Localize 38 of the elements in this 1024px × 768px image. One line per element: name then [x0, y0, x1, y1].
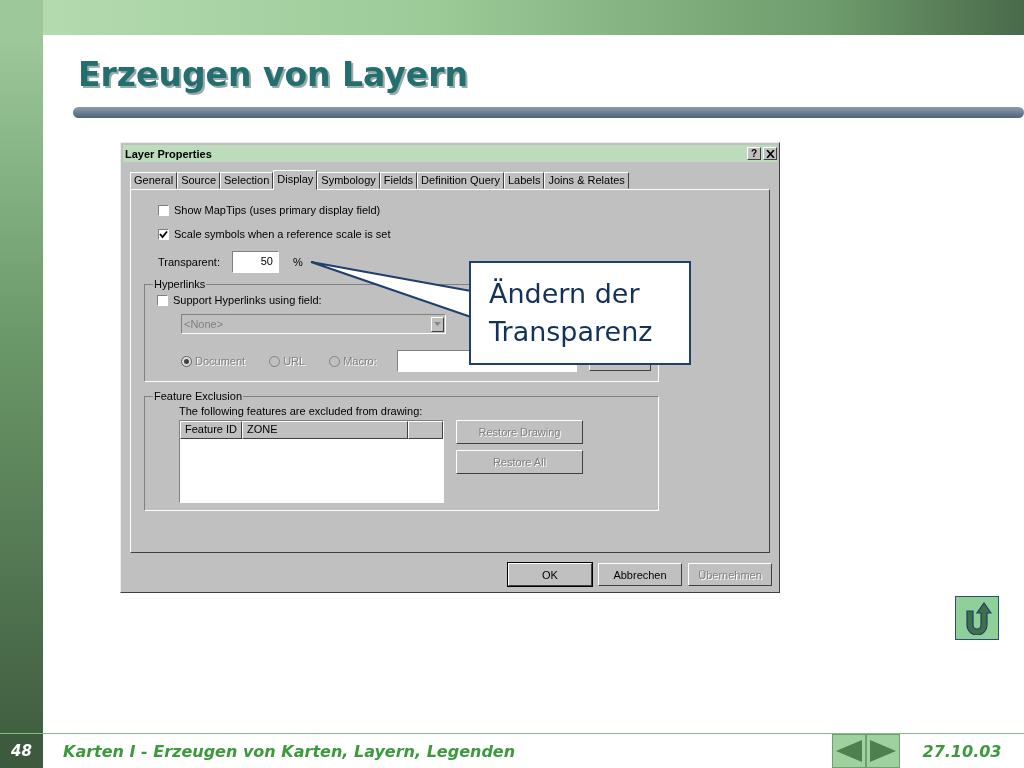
dialog-button[interactable]: OK — [508, 563, 592, 586]
checkbox[interactable] — [158, 204, 169, 216]
right-triangle-icon — [868, 739, 898, 763]
group-title: Feature Exclusion — [153, 390, 244, 402]
tab[interactable]: Labels — [504, 172, 545, 189]
column-header[interactable]: Feature ID — [180, 421, 242, 439]
transparent-label: Transparent: — [158, 256, 220, 268]
checkbox-label: Scale symbols when a reference scale is set — [174, 228, 391, 240]
slide-date: 27.10.03 — [921, 741, 1003, 761]
tab[interactable]: Definition Query — [417, 172, 504, 189]
help-button[interactable]: ? — [747, 147, 761, 160]
corner-block — [0, 0, 43, 35]
tab[interactable]: Joins & Relates — [544, 172, 629, 189]
checkbox[interactable] — [158, 228, 169, 240]
tab[interactable]: Display — [273, 170, 318, 190]
transparency-input-field[interactable]: 50 — [231, 251, 279, 273]
window-title: Layer Properties — [125, 147, 213, 160]
return-button[interactable] — [955, 596, 999, 640]
checkbox-label: Show MapTips (uses primary display field) — [174, 204, 381, 216]
close-button[interactable] — [763, 147, 777, 160]
left-triangle-icon — [834, 739, 864, 763]
description-text: The following features are excluded from drawing: — [179, 405, 424, 417]
footer-text: Karten I - Erzeugen von Karten, Layern, Legenden — [63, 741, 517, 761]
checkbox-label: Support Hyperlinks using field: — [173, 294, 322, 306]
previous-slide-button[interactable] — [832, 734, 866, 768]
tab[interactable]: Fields — [379, 172, 418, 189]
percent-label: % — [292, 256, 303, 268]
tab[interactable]: Source — [177, 172, 220, 189]
next-slide-button[interactable] — [866, 734, 900, 768]
slide-title: Erzeugen von Layern — [78, 54, 468, 96]
close-icon — [765, 149, 775, 158]
tab[interactable]: General — [130, 172, 178, 189]
group-title: Hyperlinks — [153, 278, 207, 290]
tab[interactable]: Selection — [220, 172, 274, 189]
tab[interactable]: Symbology — [317, 172, 380, 189]
checkbox[interactable] — [157, 294, 168, 306]
dialog-button[interactable]: Abbrechen — [598, 563, 682, 586]
column-header[interactable]: ZONE — [242, 421, 408, 439]
